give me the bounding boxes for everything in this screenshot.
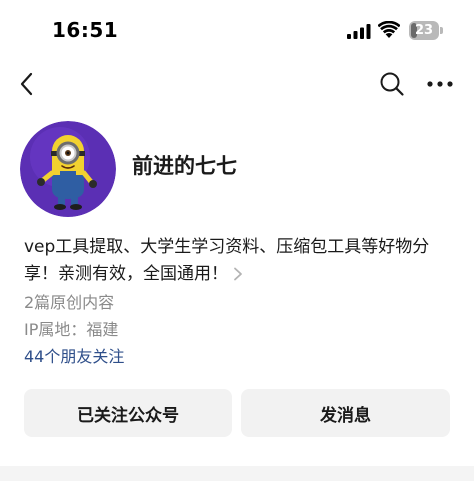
send-message-button[interactable]: 发消息	[241, 389, 450, 437]
friends-follow-link[interactable]: 44个朋友关注	[24, 343, 124, 367]
bio-line-2-wrap: 享！亲测有效，全国通用！	[24, 261, 454, 288]
more-dots-icon	[427, 81, 453, 87]
wifi-icon	[378, 21, 400, 38]
battery-level: 23	[414, 23, 434, 38]
account-bio[interactable]: vep工具提取、大学生学习资料、压缩包工具等好物分 享！亲测有效，全国通用！	[24, 234, 454, 288]
bottom-divider	[0, 466, 474, 481]
more-button[interactable]	[424, 70, 456, 98]
battery-icon: 23	[409, 21, 443, 40]
bio-line-1: vep工具提取、大学生学习资料、压缩包工具等好物分	[24, 237, 430, 257]
ip-location: IP属地：福建	[24, 320, 119, 339]
bio-line-2: 享！亲测有效，全国通用！	[24, 264, 228, 284]
search-button[interactable]	[378, 70, 406, 98]
back-button[interactable]	[14, 70, 42, 98]
chevron-left-icon	[20, 72, 33, 96]
status-bar: 16:51 23	[0, 0, 474, 60]
status-time: 16:51	[52, 18, 119, 42]
minion-avatar-icon	[20, 121, 116, 217]
account-name: 前进的七七	[132, 154, 237, 178]
original-articles-count: 2篇原创内容	[24, 293, 115, 312]
signal-icon	[347, 24, 371, 39]
search-icon	[380, 72, 404, 96]
followed-account-button[interactable]: 已关注公众号	[24, 389, 232, 437]
chevron-right-icon	[234, 267, 242, 281]
nav-bar	[0, 62, 474, 106]
battery-cap	[440, 27, 443, 34]
avatar[interactable]	[20, 121, 116, 217]
